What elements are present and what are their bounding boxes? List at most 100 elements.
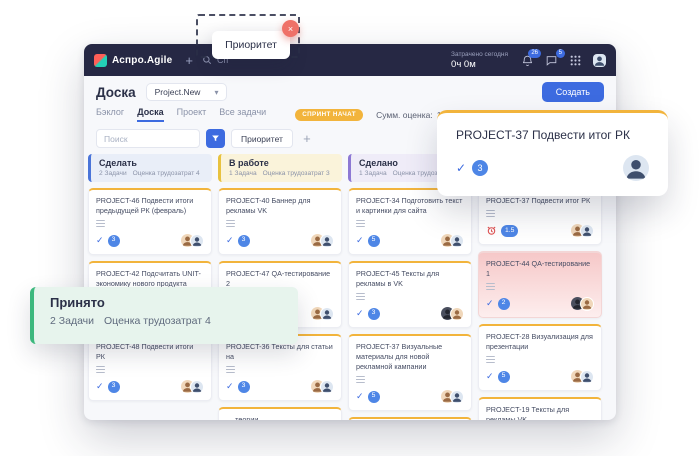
avatar (320, 307, 334, 321)
card-footer: ✓5 (356, 234, 464, 248)
column-title: Сделать (99, 158, 204, 168)
card-title: PROJECT-40 Баннер для рекламы VK (226, 196, 334, 216)
card-title: PROJECT-48 Подвести итоги РК (96, 342, 204, 362)
estimate-badge: 3 (108, 235, 120, 247)
task-card-PROJECT-46[interactable]: PROJECT-46 Подвести итоги предыдущей РК … (88, 188, 212, 255)
notifications-button[interactable]: 26 (521, 54, 534, 67)
card-title: PROJECT-36 Тексты для статьи на (226, 342, 334, 362)
column-count: 2 Задачи (99, 170, 127, 177)
magnified-column-count: 2 Задачи (50, 315, 94, 327)
quick-add-icon[interactable]: + (185, 54, 193, 67)
card-title: PROJECT-28 Визуализация для презентации (486, 332, 594, 352)
card-avatars (571, 297, 594, 311)
task-check-icon: ✓ (226, 382, 234, 391)
avatar (580, 297, 594, 311)
task-card-fragment[interactable]: … теории✓3 (218, 407, 342, 420)
card-title: PROJECT-37 Подвести итог РК (486, 196, 594, 206)
card-key: PROJECT-34 (356, 196, 400, 205)
estimate-badge: 3 (472, 160, 488, 176)
column-header: Сделать 2 Задачи Оценка трудозатрат 4 (88, 154, 212, 182)
add-filter-icon[interactable]: + (299, 131, 315, 146)
tab-0[interactable]: Бэклог (96, 107, 124, 122)
avatar (190, 234, 204, 248)
task-card-PROJECT-28[interactable]: PROJECT-28 Визуализация для презентации ✓… (478, 324, 602, 391)
task-card-PROJECT-37[interactable]: PROJECT-37 Подвести итог РК1.5 (478, 188, 602, 245)
description-lines-icon (486, 356, 495, 363)
task-check-icon: ✓ (356, 309, 364, 318)
card-key: PROJECT-37 (356, 342, 400, 351)
messages-badge: 5 (556, 49, 565, 58)
app-logo[interactable]: Аспро.Agile (94, 54, 172, 67)
description-lines-icon (486, 283, 495, 290)
time-tracker: Затрачено сегодня 0ч 0м (451, 51, 508, 70)
messages-button[interactable]: 5 (545, 54, 558, 67)
card-key: PROJECT-37 (486, 196, 530, 205)
avatar (320, 380, 334, 394)
card-key: PROJECT-19 (486, 405, 530, 414)
card-avatars (311, 234, 334, 248)
card-key: PROJECT-45 (356, 269, 400, 278)
tab-2[interactable]: Проект (177, 107, 207, 122)
description-lines-icon (226, 220, 235, 227)
card-footer: ✓3 (96, 234, 204, 248)
card-avatars (311, 380, 334, 394)
column-estimate: Оценка трудозатрат 3 (263, 170, 330, 177)
description-lines-icon (486, 210, 495, 217)
tab-3[interactable]: Все задачи (219, 107, 266, 122)
estimate-badge: 5 (368, 235, 380, 247)
user-avatar[interactable] (593, 54, 606, 67)
magnified-column-title: Принято (50, 295, 282, 310)
card-footer: ✓2 (486, 297, 594, 311)
funnel-icon (211, 134, 220, 143)
magnified-task-card[interactable]: PROJECT-37 Подвести итог РК ✓ 3 (437, 110, 668, 196)
create-button[interactable]: Создать (542, 82, 604, 102)
estimate-badge: 3 (108, 381, 120, 393)
card-avatars (441, 234, 464, 248)
filter-chip-priority[interactable]: Приоритет (231, 129, 293, 148)
close-icon[interactable]: × (282, 20, 299, 37)
task-card-PROJECT-44[interactable]: PROJECT-44 QA-тестирование 1✓2 (478, 251, 602, 318)
search-input[interactable] (96, 129, 200, 148)
card-footer: ✓5 (486, 370, 594, 384)
tab-1[interactable]: Доска (137, 107, 163, 122)
logo-icon (94, 54, 107, 67)
card-title: PROJECT-42 Подсчитать UNIT-экономику нов… (96, 269, 204, 289)
page-title: Доска (96, 85, 136, 100)
card-title: PROJECT-37 Визуальные материалы для ново… (356, 342, 464, 372)
task-card-PROJECT-37[interactable]: PROJECT-37 Визуальные материалы для ново… (348, 334, 472, 411)
card-key: PROJECT-47 (226, 269, 270, 278)
card-title: PROJECT-19 Тексты для рекламы VK (486, 405, 594, 420)
card-footer: ✓3 (356, 307, 464, 321)
task-card-PROJECT-45[interactable]: PROJECT-45 Тексты для рекламы в VK ✓3 (348, 261, 472, 328)
card-title: PROJECT-45 Тексты для рекламы в VK (356, 269, 464, 289)
magnified-column-estimate: Оценка трудозатрат 4 (104, 315, 211, 327)
task-check-icon: ✓ (356, 236, 364, 245)
avatar (450, 307, 464, 321)
card-footer: ✓3 (226, 234, 334, 248)
project-select[interactable]: Project.New ▾ (146, 83, 228, 101)
task-card-PROJECT-23[interactable]: PROJECT-23 Итоги РК✓6 (348, 417, 472, 420)
task-card-PROJECT-40[interactable]: PROJECT-40 Баннер для рекламы VK ✓3 (218, 188, 342, 255)
task-check-icon: ✓ (486, 299, 494, 308)
apps-menu-button[interactable] (569, 54, 582, 67)
column-title: В работе (229, 158, 334, 168)
card-title: PROJECT-34 Подготовить текст и картинки … (356, 196, 464, 216)
estimate-badge: 5 (498, 371, 510, 383)
avatar (450, 234, 464, 248)
description-lines-icon (226, 366, 235, 373)
kanban-column-0: Сделать 2 Задачи Оценка трудозатрат 4 PROJE… (88, 154, 212, 407)
card-title: … теории (226, 415, 334, 420)
card-title: PROJECT-46 Подвести итоги предыдущей РК … (96, 196, 204, 216)
avatar (320, 234, 334, 248)
card-key: PROJECT-40 (226, 196, 270, 205)
task-card-PROJECT-34[interactable]: PROJECT-34 Подготовить текст и картинки … (348, 188, 472, 255)
filter-button[interactable] (206, 129, 225, 148)
column-estimate: Оценка трудозатрат 4 (133, 170, 200, 177)
estimate-badge: 2 (498, 298, 510, 310)
time-tracker-value: 0ч 0м (451, 59, 508, 70)
score-label: Сумм. оценка: (376, 110, 433, 120)
card-key: PROJECT-44 (486, 259, 530, 268)
avatar (580, 224, 594, 238)
task-card-PROJECT-19[interactable]: PROJECT-19 Тексты для рекламы VK✓5 (478, 397, 602, 420)
alarm-clock-icon (486, 225, 497, 236)
